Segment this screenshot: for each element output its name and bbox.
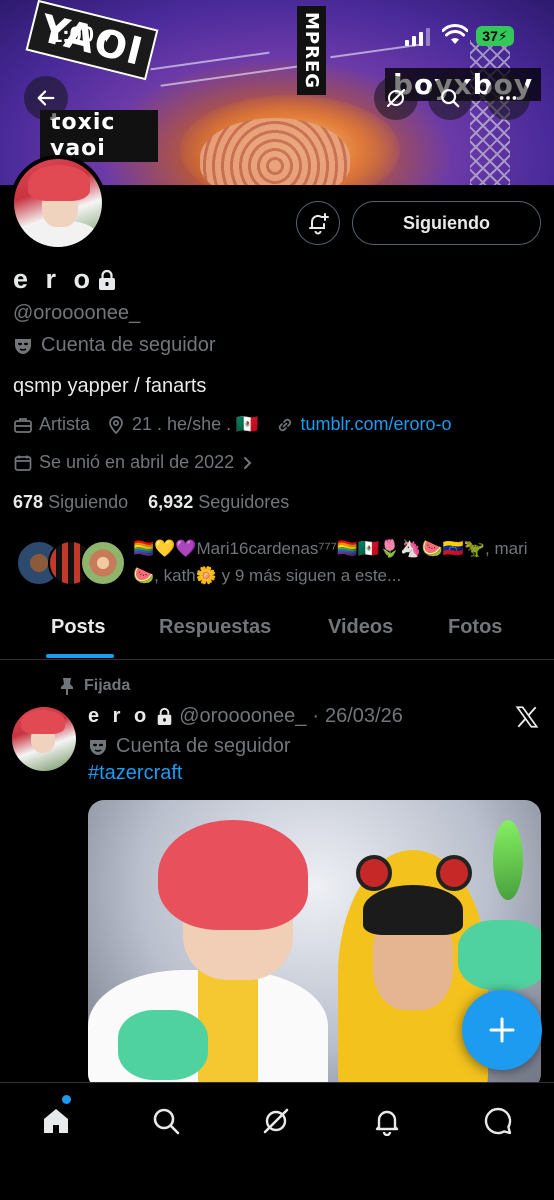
notification-dot xyxy=(62,1095,71,1104)
profile-handle: @oroooonee_ xyxy=(13,302,141,324)
more-icon xyxy=(499,96,517,100)
notifications-subscribe-button[interactable] xyxy=(296,201,340,245)
compose-post-button[interactable] xyxy=(462,990,542,1070)
post-account-type: Cuenta de seguidor xyxy=(88,735,291,758)
search-icon xyxy=(441,89,460,108)
location-item: 21 . he/she . 🇲🇽 xyxy=(106,414,259,435)
bell-plus-icon xyxy=(309,213,329,235)
profile-tabs: Posts Respuestas Videos Fotos xyxy=(0,600,554,660)
avatar xyxy=(80,540,126,586)
bottom-navigation xyxy=(0,1082,554,1200)
post-author-name: e r o xyxy=(88,705,151,727)
profile-bio: qsmp yapper / fanarts xyxy=(13,375,207,397)
website-item[interactable]: tumblr.com/eroro-o xyxy=(275,414,452,435)
location-pin-icon xyxy=(109,415,123,434)
home-icon xyxy=(44,1109,68,1133)
following-button[interactable]: Siguiendo xyxy=(352,201,541,245)
x-logo-icon[interactable] xyxy=(514,704,540,730)
post-date: 26/03/26 xyxy=(325,705,403,727)
plus-icon xyxy=(489,1017,515,1043)
tab-videos[interactable]: Videos xyxy=(328,616,393,639)
pinned-label: Fijada xyxy=(60,677,130,695)
chevron-right-icon xyxy=(244,456,252,469)
tab-posts[interactable]: Posts xyxy=(51,616,105,639)
profile-meta: Artista 21 . he/she . 🇲🇽 tumblr.com/eror… xyxy=(13,414,468,435)
back-button[interactable] xyxy=(24,76,68,120)
status-bar: 1:00 ♥ 37⚡ xyxy=(0,0,554,72)
grok-icon xyxy=(386,88,406,108)
briefcase-icon xyxy=(14,417,32,433)
chat-icon xyxy=(484,1107,512,1135)
display-name: e r o xyxy=(13,264,96,294)
nav-search[interactable] xyxy=(148,1103,184,1139)
mask-icon xyxy=(15,338,31,354)
pin-icon xyxy=(61,678,73,695)
link-icon xyxy=(278,418,291,431)
profile-name: e r o xyxy=(13,264,117,295)
grok-button[interactable] xyxy=(374,76,418,120)
post-hashtag[interactable]: #tazercraft xyxy=(88,762,182,785)
profile-avatar[interactable] xyxy=(10,155,106,251)
separator-dot: · xyxy=(312,705,319,727)
charging-icon: ⚡ xyxy=(497,28,508,44)
tab-photos[interactable]: Fotos xyxy=(448,616,502,639)
post-author-handle: @oroooonee_ xyxy=(179,705,307,727)
joined-label: Se unió en abril de 2022 xyxy=(39,452,235,472)
nav-grok[interactable] xyxy=(258,1103,294,1139)
following-count-link[interactable]: 678 Siguiendo xyxy=(13,492,128,512)
active-tab-indicator xyxy=(46,654,114,658)
mask-icon xyxy=(90,739,106,755)
heart-icon: ♥ xyxy=(96,26,112,46)
post-header[interactable]: e r o @oroooonee_ · 26/03/26 xyxy=(88,705,403,728)
account-type-label: Cuenta de seguidor xyxy=(41,334,216,356)
pinned-text: Fijada xyxy=(84,677,131,694)
search-icon xyxy=(153,1108,180,1135)
location-label: 21 . he/she . 🇲🇽 xyxy=(132,414,259,434)
mutual-followers-avatars[interactable] xyxy=(16,540,126,588)
cellular-signal-icon xyxy=(405,28,431,46)
nav-notifications[interactable] xyxy=(369,1103,405,1139)
back-arrow-icon xyxy=(37,90,55,106)
post-avatar[interactable] xyxy=(12,707,76,771)
followers-count-link[interactable]: 6,932 Seguidores xyxy=(148,492,289,512)
calendar-icon xyxy=(14,455,32,471)
lock-icon xyxy=(157,707,172,725)
bell-icon xyxy=(375,1110,399,1136)
joined-date[interactable]: Se unió en abril de 2022 xyxy=(13,452,256,473)
grok-nav-icon xyxy=(263,1108,289,1134)
followed-by-text[interactable]: 🏳️‍🌈💛💜Mari16cardenas⁷⁷⁷🏳️‍🌈🇲🇽🌷🦄🍉🇻🇪🦖, mar… xyxy=(133,535,533,589)
nav-messages[interactable] xyxy=(480,1103,516,1139)
status-time: 1:00 ♥ xyxy=(50,22,112,47)
profession-label: Artista xyxy=(39,414,91,434)
wifi-icon xyxy=(442,24,468,44)
search-button[interactable] xyxy=(428,76,472,120)
website-link[interactable]: tumblr.com/eroro-o xyxy=(301,414,452,435)
profession-item: Artista xyxy=(13,414,90,435)
post-account-type-label: Cuenta de seguidor xyxy=(116,735,291,757)
battery-indicator: 37⚡ xyxy=(476,26,514,46)
nav-home[interactable] xyxy=(38,1103,74,1139)
account-type[interactable]: Cuenta de seguidor xyxy=(13,334,216,357)
more-options-button[interactable] xyxy=(486,76,530,120)
tab-replies[interactable]: Respuestas xyxy=(159,616,271,639)
lock-icon xyxy=(99,269,116,290)
follow-counts: 678 Siguiendo 6,932 Seguidores xyxy=(13,492,289,513)
